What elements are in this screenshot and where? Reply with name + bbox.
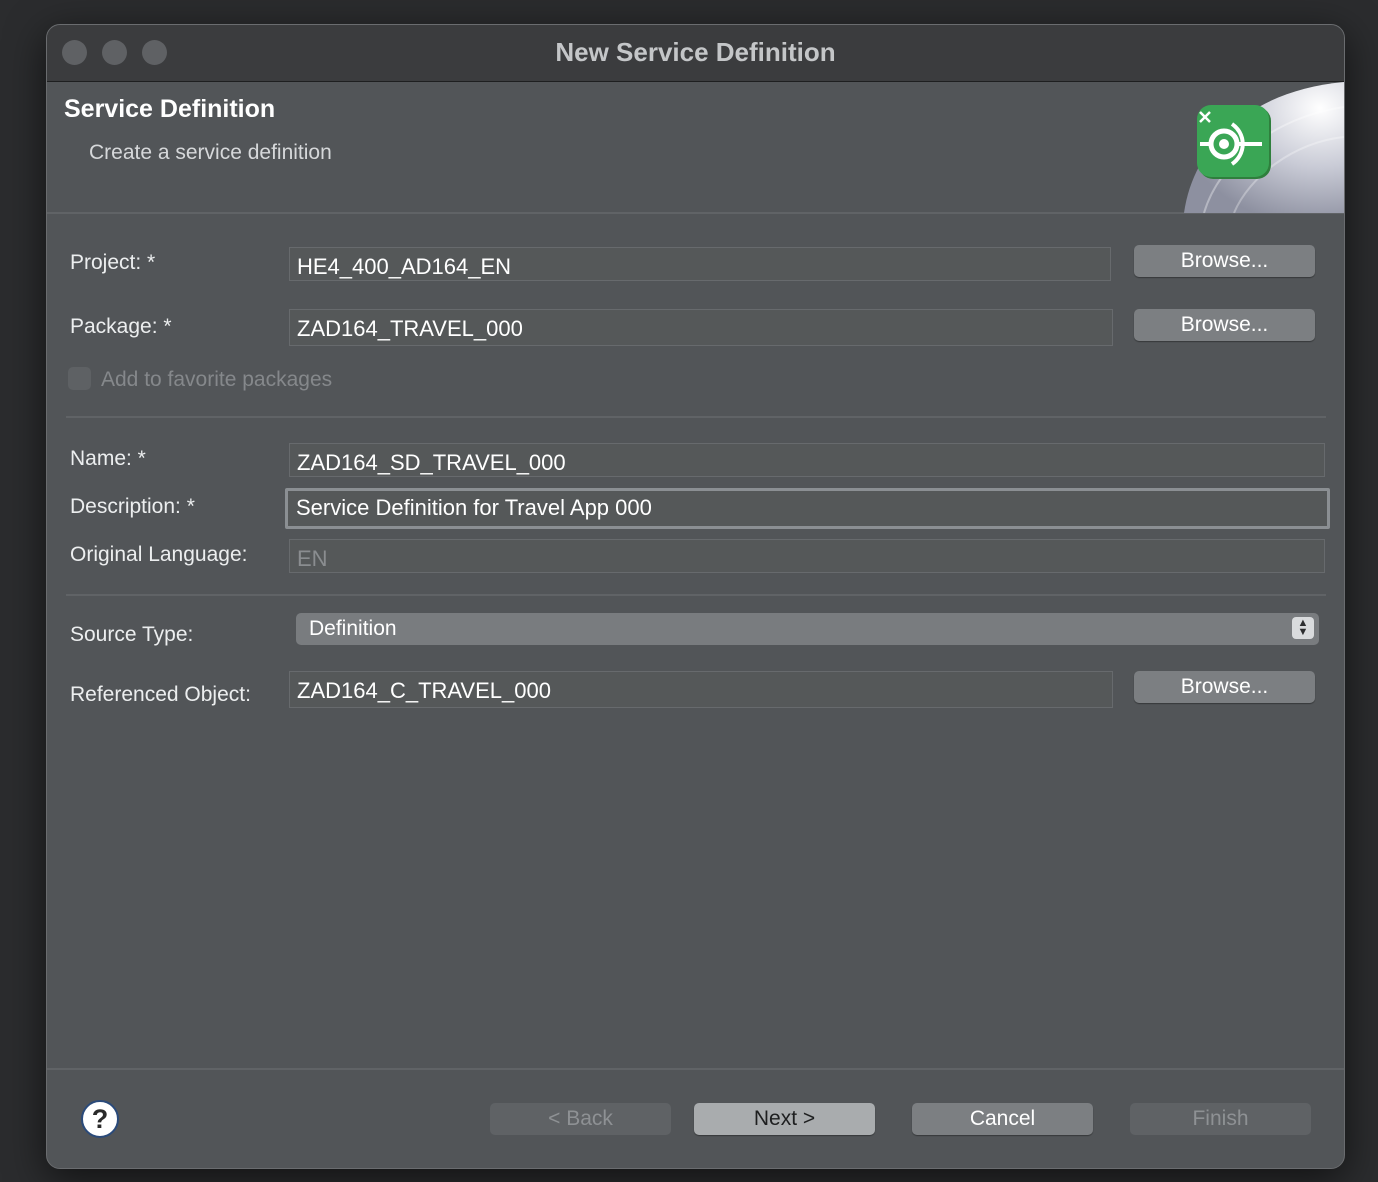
name-label: Name: * [70, 447, 146, 470]
description-field[interactable]: Service Definition for Travel App 000 [285, 488, 1330, 529]
source-type-label: Source Type: [70, 623, 194, 646]
name-field[interactable]: ZAD164_SD_TRAVEL_000 [289, 443, 1325, 477]
help-icon[interactable]: ? [81, 1100, 119, 1138]
referenced-object-label: Referenced Object: [70, 683, 251, 706]
package-label: Package: * [70, 315, 172, 338]
referenced-object-browse-button[interactable]: Browse... [1134, 671, 1315, 703]
footer-separator [47, 1068, 1344, 1070]
favorite-packages-label: Add to favorite packages [101, 368, 333, 391]
separator [66, 416, 1326, 418]
project-browse-button[interactable]: Browse... [1134, 245, 1315, 277]
page-title: Service Definition [64, 95, 276, 123]
finish-button[interactable]: Finish [1130, 1103, 1311, 1135]
next-button[interactable]: Next > [694, 1103, 875, 1135]
service-definition-banner-icon [1184, 82, 1344, 213]
source-type-select[interactable]: Definition ▲ ▼ [296, 613, 1319, 645]
page-subtitle: Create a service definition [89, 141, 332, 164]
original-language-field: EN [289, 539, 1325, 573]
description-label: Description: * [70, 495, 195, 518]
window-title: New Service Definition [555, 37, 836, 67]
favorite-packages-checkbox[interactable] [68, 367, 91, 390]
separator [66, 594, 1326, 596]
original-language-label: Original Language: [70, 543, 248, 566]
back-button[interactable]: < Back [490, 1103, 671, 1135]
chevron-up-down-icon: ▲ ▼ [1292, 617, 1314, 639]
dialog-window: New Service Definition Service Definitio… [46, 24, 1345, 1169]
title-bar: New Service Definition [47, 25, 1344, 82]
source-type-value: Definition [309, 617, 397, 640]
cancel-button[interactable]: Cancel [912, 1103, 1093, 1135]
project-field[interactable]: HE4_400_AD164_EN [289, 247, 1111, 281]
project-label: Project: * [70, 251, 156, 274]
package-field[interactable]: ZAD164_TRAVEL_000 [289, 309, 1113, 346]
package-browse-button[interactable]: Browse... [1134, 309, 1315, 341]
referenced-object-field[interactable]: ZAD164_C_TRAVEL_000 [289, 671, 1113, 708]
wizard-header: Service Definition Create a service defi… [47, 82, 1344, 214]
